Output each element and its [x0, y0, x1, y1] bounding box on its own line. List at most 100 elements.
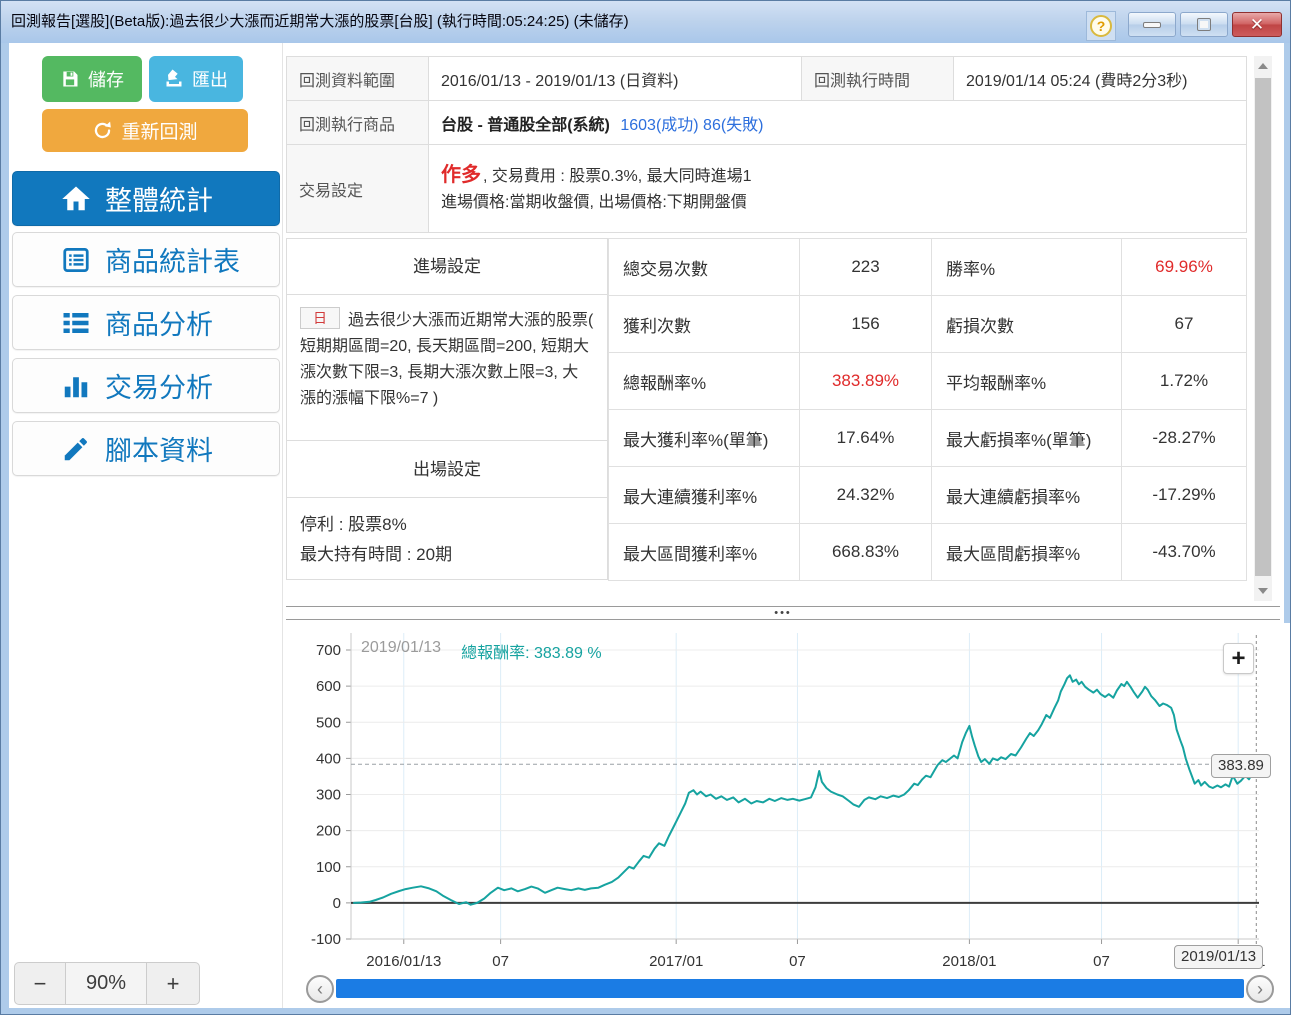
stat-label: 勝率% — [931, 238, 1122, 296]
stat-value: 67 — [1121, 295, 1247, 353]
chart-horizontal-scrollbar[interactable] — [336, 979, 1244, 998]
save-button[interactable]: 儲存 — [42, 56, 142, 102]
entry-exit-settings-panel: 進場設定 日過去很少大漲而近期常大漲的股票( 短期期區間=20, 長天期區間=2… — [286, 238, 608, 580]
help-button[interactable]: ? — [1086, 11, 1116, 41]
svg-text:0: 0 — [333, 895, 341, 912]
stat-label: 最大獲利率%(單筆) — [608, 409, 800, 467]
stat-value: 668.83% — [799, 523, 932, 581]
help-icon: ? — [1090, 15, 1112, 37]
minimize-button[interactable] — [1128, 12, 1176, 37]
sidebar-item-script-data[interactable]: 腳本資料 — [12, 421, 280, 476]
trade-settings-line1: , 交易費用 : 股票0.3%, 最大同時進場1 — [483, 167, 752, 185]
entry-settings-description: 日過去很少大漲而近期常大漲的股票( 短期期區間=20, 長天期區間=200, 短… — [287, 295, 607, 441]
app-body: 儲存 匯出 重新回測 整體統計 商品統計表 商品分析 交易分析 腳本資料 − 9… — [9, 43, 1290, 1008]
stats-row: 最大連續獲利率% 24.32% 最大連續虧損率% -17.29% — [608, 466, 1247, 524]
stat-value: -43.70% — [1121, 523, 1247, 581]
rerun-backtest-button[interactable]: 重新回測 — [42, 109, 248, 152]
daily-frequency-badge: 日 — [300, 307, 340, 329]
info-label: 交易設定 — [286, 144, 429, 233]
chart-header-date: 2019/01/13 — [361, 639, 442, 656]
arrow-down-icon — [1258, 588, 1268, 594]
value-crosshair-tooltip: 383.89 — [1211, 754, 1271, 778]
maximize-button[interactable] — [1180, 12, 1228, 37]
entry-rule-text: 過去很少大漲而近期常大漲的股票( 短期期區間=20, 長天期區間=200, 短期… — [300, 312, 594, 407]
close-icon: ✕ — [1249, 15, 1265, 34]
chevron-left-icon: ‹ — [317, 979, 323, 999]
zoom-in-button[interactable]: + — [146, 962, 200, 1005]
zoom-out-button[interactable]: − — [14, 962, 66, 1005]
backtest-info-table: 回測資料範圍 2016/01/13 - 2019/01/13 (日資料) 回測執… — [286, 56, 1247, 233]
stat-label: 虧損次數 — [931, 295, 1122, 353]
save-label: 儲存 — [88, 70, 124, 90]
exit-rule-max-holding: 最大持有時間 : 20期 — [300, 545, 453, 564]
list-alt-icon — [63, 247, 89, 272]
return-curve-chart[interactable]: 2016/01/13072017/01072018/01072019/01700… — [286, 623, 1284, 975]
stat-value: 383.89% — [799, 352, 932, 410]
chart-header-series: 總報酬率: 383.89 % — [461, 645, 602, 662]
info-value: 2016/01/13 - 2019/01/13 (日資料) — [428, 56, 802, 101]
app-window: 回測報告[選股](Beta版):過去很少大漲而近期常大漲的股票[台股] (執行時… — [0, 0, 1291, 1015]
close-button[interactable]: ✕ — [1232, 12, 1282, 37]
sidebar-item-trade-analysis[interactable]: 交易分析 — [12, 358, 280, 413]
scroll-up-button[interactable] — [1254, 56, 1272, 76]
svg-text:400: 400 — [316, 750, 341, 767]
stat-label: 最大虧損率%(單筆) — [931, 409, 1122, 467]
zoom-controls: − 90% + — [14, 962, 200, 1005]
info-label: 回測資料範圍 — [286, 56, 429, 101]
trade-settings-line2: 進場價格:當期收盤價, 出場價格:下期開盤價 — [441, 193, 747, 211]
stats-row: 總交易次數 223 勝率% 69.96% — [608, 238, 1247, 296]
stat-value: 69.96% — [1121, 238, 1247, 296]
overall-stats-table: 總交易次數 223 勝率% 69.96% 獲利次數 156 虧損次數 67 總報… — [608, 238, 1247, 581]
svg-text:200: 200 — [316, 823, 341, 840]
panel-splitter[interactable]: ••• — [286, 606, 1280, 620]
bar-chart-icon — [64, 376, 88, 397]
stat-value: -28.27% — [1121, 409, 1247, 467]
svg-text:700: 700 — [316, 642, 341, 659]
exit-settings-header: 出場設定 — [287, 441, 607, 498]
export-icon — [166, 69, 182, 87]
sidebar-item-label: 商品分析 — [105, 310, 213, 340]
stat-value: 223 — [799, 238, 932, 296]
stat-label: 總交易次數 — [608, 238, 800, 296]
sidebar-item-label: 商品統計表 — [105, 247, 240, 277]
info-value: 台股 - 普通股全部(系統) 1603(成功) 86(失敗) — [428, 100, 1247, 145]
export-button[interactable]: 匯出 — [149, 56, 243, 102]
chart-section: 2016/01/13072017/01072018/01072019/01700… — [286, 623, 1290, 1008]
vertical-scrollbar[interactable] — [1254, 56, 1272, 601]
svg-text:-100: -100 — [311, 931, 341, 948]
splitter-dots: ••• — [774, 607, 792, 619]
stat-label: 獲利次數 — [608, 295, 800, 353]
info-value: 2019/01/14 05:24 (費時2分3秒) — [953, 56, 1247, 101]
titlebar: 回測報告[選股](Beta版):過去很少大漲而近期常大漲的股票[台股] (執行時… — [1, 1, 1290, 43]
svg-text:2016/01/13: 2016/01/13 — [366, 953, 441, 970]
svg-text:2017/01: 2017/01 — [649, 953, 703, 970]
stat-value: 1.72% — [1121, 352, 1247, 410]
chart-scroll-left-button[interactable]: ‹ — [306, 975, 334, 1003]
product-name: 台股 - 普通股全部(系統) — [441, 116, 610, 134]
sidebar-item-product-stats-table[interactable]: 商品統計表 — [12, 232, 280, 287]
stat-value: 24.32% — [799, 466, 932, 524]
stat-label: 總報酬率% — [608, 352, 800, 410]
home-icon — [62, 186, 90, 210]
rerun-label: 重新回測 — [121, 122, 198, 143]
scrollbar-thumb[interactable] — [1255, 78, 1271, 576]
stats-row: 最大區間獲利率% 668.83% 最大區間虧損率% -43.70% — [608, 523, 1247, 581]
stat-label: 最大連續虧損率% — [931, 466, 1122, 524]
info-row-range: 回測資料範圍 2016/01/13 - 2019/01/13 (日資料) 回測執… — [286, 56, 1247, 101]
minimize-icon — [1143, 21, 1161, 28]
product-result-link[interactable]: 1603(成功) 86(失敗) — [620, 117, 763, 134]
info-label: 回測執行商品 — [286, 100, 429, 145]
stats-row: 最大獲利率%(單筆) 17.64% 最大虧損率%(單筆) -28.27% — [608, 409, 1247, 467]
exit-rule-take-profit: 停利 : 股票8% — [300, 515, 407, 534]
svg-text:300: 300 — [316, 787, 341, 804]
sidebar-item-product-analysis[interactable]: 商品分析 — [12, 295, 280, 350]
sidebar-item-overall-stats[interactable]: 整體統計 — [12, 171, 280, 226]
zoom-level: 90% — [66, 962, 146, 1005]
info-row-products: 回測執行商品 台股 - 普通股全部(系統) 1603(成功) 86(失敗) — [286, 100, 1247, 145]
sidebar-item-label: 整體統計 — [105, 186, 213, 216]
chart-zoom-in-button[interactable]: + — [1223, 643, 1254, 674]
scroll-down-button[interactable] — [1254, 581, 1272, 601]
list-icon — [63, 312, 89, 333]
svg-text:500: 500 — [316, 714, 341, 731]
chart-scroll-right-button[interactable]: › — [1246, 975, 1274, 1003]
